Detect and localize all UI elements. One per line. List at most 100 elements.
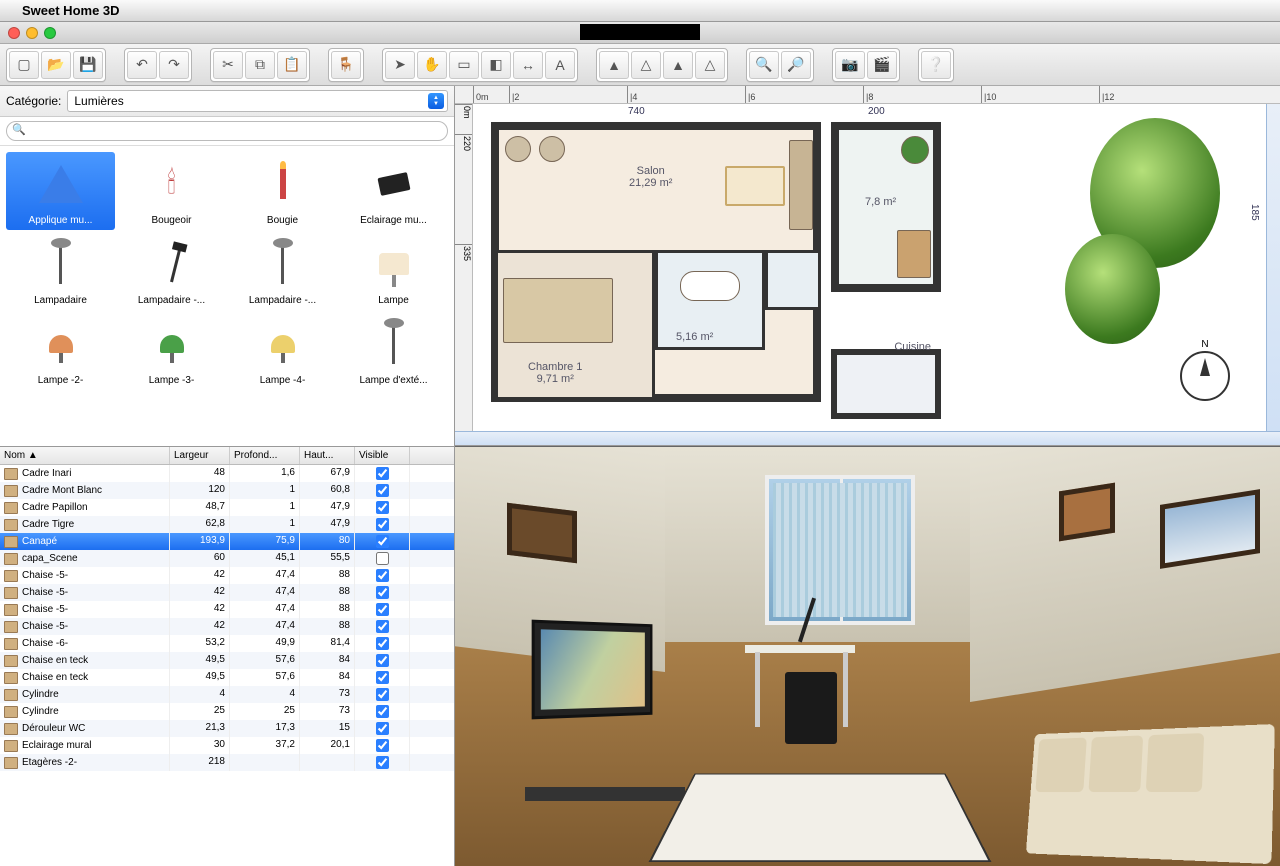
minimize-window-button[interactable] [26,27,38,39]
table-row[interactable]: Chaise -5-4247,488 [0,601,454,618]
app-menu-title[interactable]: Sweet Home 3D [22,3,120,18]
table-row[interactable]: Canapé193,975,980 [0,533,454,550]
plan-horizontal-scrollbar[interactable] [455,431,1280,445]
catalog-item[interactable]: Applique mu... [6,152,115,230]
visible-checkbox[interactable] [376,637,389,650]
add-furniture-icon[interactable]: 🪑 [331,51,361,79]
table-row[interactable]: Chaise -6-53,249,981,4 [0,635,454,652]
furniture-list-header[interactable]: Nom ▲ Largeur Profond... Haut... Visible [0,447,454,465]
create-walls-icon[interactable]: ▭ [449,51,479,79]
visible-checkbox[interactable] [376,586,389,599]
cut-icon[interactable]: ✂ [213,51,243,79]
create-rooms-icon[interactable]: ◧ [481,51,511,79]
furniture-table[interactable] [505,136,531,162]
catalog-search-input[interactable] [6,121,448,141]
table-row[interactable]: Dérouleur WC21,317,315 [0,720,454,737]
table-row[interactable]: capa_Scene6045,155,5 [0,550,454,567]
catalog-item[interactable]: Lampadaire -... [117,232,226,310]
plan-scale-3-icon[interactable]: ▲ [663,51,693,79]
table-row[interactable]: Cadre Inari481,667,9 [0,465,454,482]
visible-checkbox[interactable] [376,467,389,480]
plan-vertical-scrollbar[interactable] [1266,104,1280,431]
plan-scale-1-icon[interactable]: ▲ [599,51,629,79]
catalog-item[interactable]: Eclairage mu... [339,152,448,230]
plan-scale-2-icon[interactable]: △ [631,51,661,79]
catalog-item[interactable]: 🕯Bougeoir [117,152,226,230]
catalog-item[interactable]: Bougie [228,152,337,230]
catalog-item[interactable]: Lampe [339,232,448,310]
catalog-item[interactable]: Lampe -4- [228,312,337,390]
copy-icon[interactable]: ⧉ [245,51,275,79]
zoom-in-icon[interactable]: 🔍 [749,51,779,79]
floor-plan-view[interactable]: 0m|2|4|6|8|10|12 0m220335 740 200 185 Sa… [455,86,1280,446]
create-text-icon[interactable]: A [545,51,575,79]
visible-checkbox[interactable] [376,620,389,633]
table-row[interactable]: Cadre Tigre62,8147,9 [0,516,454,533]
table-row[interactable]: Cylindre252573 [0,703,454,720]
select-icon[interactable]: ➤ [385,51,415,79]
redo-icon[interactable]: ↷ [159,51,189,79]
table-row[interactable]: Chaise -5-4247,488 [0,618,454,635]
table-row[interactable]: Cadre Mont Blanc120160,8 [0,482,454,499]
visible-checkbox[interactable] [376,603,389,616]
catalog-item[interactable]: Lampe -3- [117,312,226,390]
visible-checkbox[interactable] [376,501,389,514]
plan-scale-4-icon[interactable]: △ [695,51,725,79]
dropdown-arrows-icon: ▲▼ [428,93,444,109]
furniture-plant[interactable] [901,136,929,164]
table-row[interactable]: Cylindre4473 [0,686,454,703]
plant-tree[interactable] [1065,234,1160,344]
table-row[interactable]: Eclairage mural3037,220,1 [0,737,454,754]
visible-checkbox[interactable] [376,739,389,752]
col-height[interactable]: Haut... [300,447,355,464]
close-window-button[interactable] [8,27,20,39]
category-select[interactable]: Lumières ▲▼ [67,90,448,112]
visible-checkbox[interactable] [376,518,389,531]
create-photo-icon[interactable]: 📷 [835,51,865,79]
help-icon[interactable]: ❔ [921,51,951,79]
visible-checkbox[interactable] [376,654,389,667]
paste-icon[interactable]: 📋 [277,51,307,79]
zoom-window-button[interactable] [44,27,56,39]
table-row[interactable]: Chaise en teck49,557,684 [0,652,454,669]
visible-checkbox[interactable] [376,705,389,718]
col-name[interactable]: Nom ▲ [0,447,170,464]
col-depth[interactable]: Profond... [230,447,300,464]
visible-checkbox[interactable] [376,569,389,582]
table-row[interactable]: Chaise en teck49,557,684 [0,669,454,686]
col-visible[interactable]: Visible [355,447,410,464]
undo-icon[interactable]: ↶ [127,51,157,79]
visible-checkbox[interactable] [376,756,389,769]
new-file-icon[interactable]: ▢ [9,51,39,79]
visible-checkbox[interactable] [376,535,389,548]
furniture-rug[interactable] [725,166,785,206]
pan-icon[interactable]: ✋ [417,51,447,79]
visible-checkbox[interactable] [376,484,389,497]
catalog-item[interactable]: Lampe -2- [6,312,115,390]
furniture-deckchair[interactable] [897,230,931,278]
col-width[interactable]: Largeur [170,447,230,464]
furniture-bathtub[interactable] [680,271,740,301]
compass-icon[interactable] [1180,351,1230,401]
catalog-item[interactable]: Lampadaire -... [228,232,337,310]
save-file-icon[interactable]: 💾 [73,51,103,79]
visible-checkbox[interactable] [376,688,389,701]
catalog-item[interactable]: Lampadaire [6,232,115,310]
3d-view-panel[interactable] [455,446,1280,866]
visible-checkbox[interactable] [376,671,389,684]
table-row[interactable]: Etagères -2-218 [0,754,454,771]
zoom-out-icon[interactable]: 🔎 [781,51,811,79]
table-row[interactable]: Chaise -5-4247,488 [0,584,454,601]
visible-checkbox[interactable] [376,722,389,735]
furniture-table[interactable] [539,136,565,162]
open-file-icon[interactable]: 📂 [41,51,71,79]
plan-canvas[interactable]: 740 200 185 Salon 21,29 m² Chambre 1 9,7… [473,104,1280,431]
furniture-sofa[interactable] [789,140,813,230]
table-row[interactable]: Cadre Papillon48,7147,9 [0,499,454,516]
create-video-icon[interactable]: 🎬 [867,51,897,79]
catalog-item[interactable]: Lampe d'exté... [339,312,448,390]
furniture-bed[interactable] [503,278,613,343]
visible-checkbox[interactable] [376,552,389,565]
table-row[interactable]: Chaise -5-4247,488 [0,567,454,584]
create-dimensions-icon[interactable]: ↔ [513,51,543,79]
